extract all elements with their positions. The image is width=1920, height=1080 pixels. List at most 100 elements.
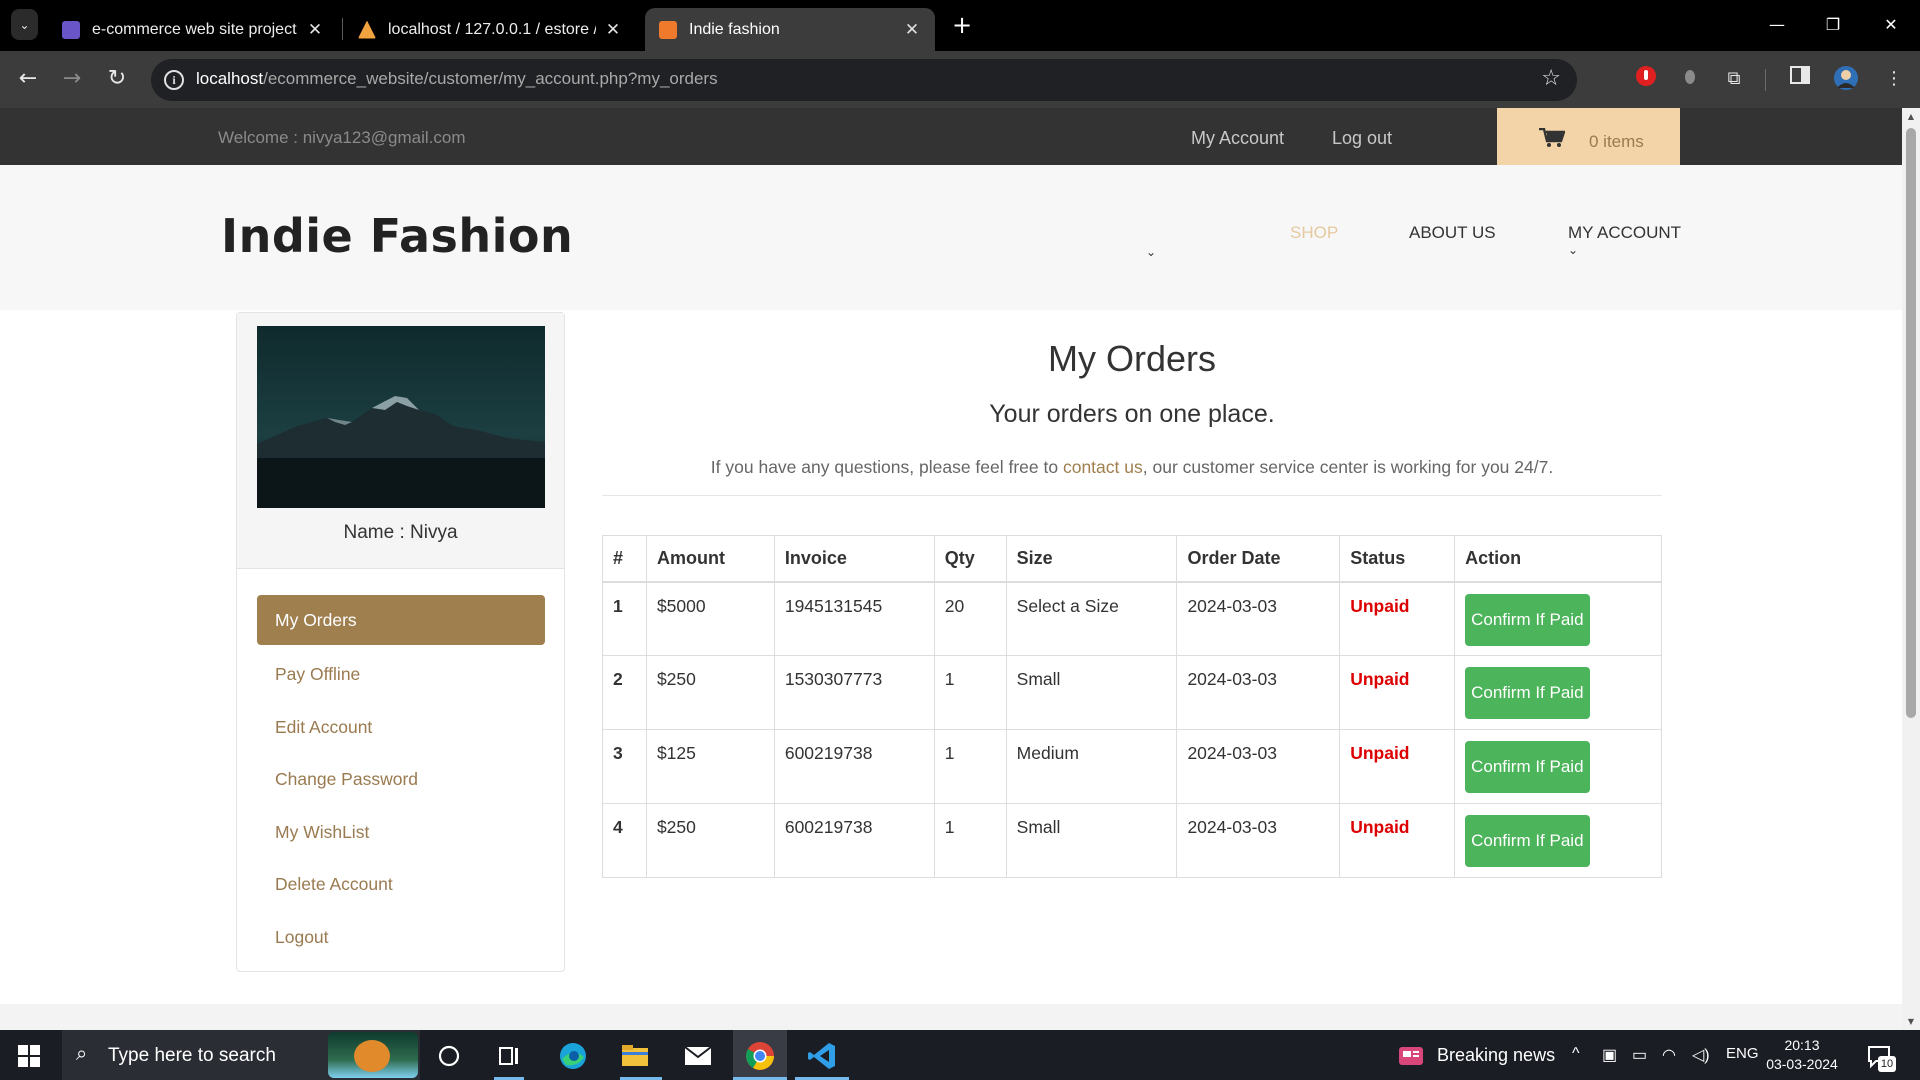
scroll-up-icon[interactable]: ▲ (1902, 112, 1920, 121)
orders-table: # Amount Invoice Qty Size Order Date Sta… (602, 535, 1662, 878)
extension-grey-icon[interactable] (1676, 65, 1704, 93)
logout-link[interactable]: Log out (1332, 128, 1392, 149)
profile-card: Name : Nivya (237, 313, 564, 569)
site-info-icon[interactable]: i (164, 70, 184, 90)
col-header: Status (1339, 535, 1456, 583)
chevron-down-icon[interactable]: ⌄ (1568, 243, 1578, 257)
search-icon: ⌕ (76, 1043, 88, 1065)
taskbar-clock[interactable]: 20:13 03-03-2024 (1762, 1036, 1842, 1074)
battery-icon[interactable]: ▭ (1632, 1045, 1647, 1065)
profile-avatar-icon[interactable] (1832, 65, 1860, 93)
brand-logo[interactable]: Indie Fashion (221, 209, 573, 263)
close-tab-icon[interactable]: ✕ (306, 20, 324, 40)
confirm-paid-button[interactable]: Confirm If Paid (1465, 667, 1590, 719)
vscode-icon[interactable] (805, 1039, 839, 1073)
cell-qty: 1 (933, 803, 1007, 878)
back-icon[interactable]: ← (12, 63, 44, 95)
url-text[interactable]: localhost/ecommerce_website/customer/my_… (196, 69, 718, 89)
cell-size: Medium (1005, 729, 1178, 804)
cell-num: 4 (602, 803, 647, 878)
taskbar-search[interactable]: ⌕ Type here to search (62, 1030, 420, 1080)
minimize-icon[interactable]: — (1762, 10, 1792, 40)
nav-about-us[interactable]: ABOUT US (1409, 223, 1496, 243)
browser-tab-active[interactable]: Indie fashion ✕ (645, 8, 935, 51)
tab-favicon-icon (659, 20, 677, 39)
profile-name: Name : Nivya (343, 522, 458, 543)
cell-num: 1 (602, 581, 647, 656)
forward-icon[interactable]: → (56, 63, 88, 95)
close-tab-icon[interactable]: ✕ (604, 20, 622, 40)
menu-my-wishlist[interactable]: My WishList (257, 806, 545, 859)
scrollbar-thumb[interactable] (1906, 128, 1916, 718)
bookmark-star-icon[interactable]: ☆ (1541, 66, 1561, 91)
status-badge: Unpaid (1350, 669, 1410, 689)
site-header: Indie Fashion ⌄ SHOP ABOUT US MY ACCOUNT… (0, 165, 1902, 310)
menu-my-orders[interactable]: My Orders (257, 595, 545, 645)
confirm-paid-button[interactable]: Confirm If Paid (1465, 593, 1590, 646)
mail-icon[interactable] (681, 1039, 715, 1073)
volume-icon[interactable]: ◁) (1692, 1045, 1710, 1065)
notification-count-badge: 10 (1878, 1056, 1896, 1072)
clock-date: 03-03-2024 (1766, 1056, 1838, 1072)
menu-edit-account[interactable]: Edit Account (257, 701, 545, 754)
browser-menu-icon[interactable]: ⋮ (1880, 65, 1908, 93)
page-scrollbar[interactable]: ▲ ▼ (1902, 108, 1920, 1030)
edge-browser-icon[interactable] (556, 1039, 590, 1073)
contact-us-link[interactable]: contact us (1063, 457, 1143, 477)
cart-button[interactable]: 0 items (1497, 108, 1680, 165)
file-explorer-icon[interactable] (618, 1039, 652, 1073)
nav-shop[interactable]: SHOP (1290, 223, 1338, 243)
col-header: Action (1454, 535, 1662, 583)
cell-qty: 1 (933, 655, 1007, 730)
menu-delete-account[interactable]: Delete Account (257, 858, 545, 911)
meet-now-icon[interactable]: ▣ (1602, 1045, 1617, 1065)
cell-date: 2024-03-03 (1176, 655, 1341, 730)
account-menu: My Orders Pay Offline Edit Account Chang… (257, 595, 545, 963)
scroll-down-icon[interactable]: ▼ (1902, 1017, 1920, 1026)
table-row: 4 $250 600219738 1 Small 2024-03-03 Unpa… (602, 803, 1662, 878)
news-widget-icon[interactable] (1396, 1039, 1426, 1073)
chrome-icon[interactable] (743, 1039, 777, 1073)
reload-icon[interactable]: ↻ (101, 63, 133, 95)
welcome-text: Welcome : nivya123@gmail.com (218, 128, 466, 147)
tray-chevron-icon[interactable]: ^ (1572, 1045, 1580, 1063)
status-badge: Unpaid (1350, 817, 1410, 837)
windows-taskbar: ⌕ Type here to search Breaking news ^ ▣ … (0, 1030, 1920, 1080)
cortana-icon[interactable] (432, 1039, 466, 1073)
tab-title: Indie fashion (689, 20, 780, 38)
page-title: My Orders (1047, 338, 1216, 379)
address-bar[interactable]: i localhost/ecommerce_website/customer/m… (151, 59, 1577, 101)
restore-icon[interactable]: ❐ (1818, 10, 1848, 40)
cell-amount: $5000 (645, 581, 775, 656)
close-tab-icon[interactable]: ✕ (903, 20, 921, 40)
nav-my-account[interactable]: MY ACCOUNT (1568, 223, 1681, 243)
my-account-link[interactable]: My Account (1191, 128, 1284, 149)
col-header: Amount (645, 535, 775, 583)
site-topbar: Welcome : nivya123@gmail.com My Account … (0, 108, 1902, 165)
wifi-icon[interactable]: ◠ (1662, 1045, 1676, 1065)
news-widget-label[interactable]: Breaking news (1437, 1045, 1555, 1066)
new-tab-button[interactable]: + (950, 10, 974, 40)
confirm-paid-button[interactable]: Confirm If Paid (1465, 815, 1590, 867)
extension-red-icon[interactable] (1632, 65, 1660, 93)
tab-search-button[interactable]: ⌄ (11, 9, 38, 40)
status-badge: Unpaid (1350, 743, 1410, 763)
browser-tab-1[interactable]: e-commerce web site project | F ✕ (48, 8, 338, 51)
side-panel-icon[interactable] (1786, 65, 1814, 93)
language-indicator[interactable]: ENG (1726, 1045, 1759, 1062)
task-view-icon[interactable] (492, 1039, 526, 1073)
menu-change-password[interactable]: Change Password (257, 753, 545, 806)
menu-logout[interactable]: Logout (257, 911, 545, 964)
browser-titlebar: ⌄ e-commerce web site project | F ✕ loca… (0, 0, 1920, 51)
profile-image (257, 326, 545, 508)
cell-size: Small (1005, 803, 1178, 878)
confirm-paid-button[interactable]: Confirm If Paid (1465, 741, 1590, 793)
windows-start-icon[interactable] (18, 1045, 40, 1067)
cell-action: Confirm If Paid (1454, 581, 1662, 656)
chevron-down-icon[interactable]: ⌄ (1146, 245, 1156, 259)
close-window-icon[interactable]: ✕ (1876, 10, 1906, 40)
account-sidebar: Name : Nivya My Orders Pay Offline Edit … (236, 312, 565, 972)
extensions-puzzle-icon[interactable]: ⧉ (1720, 65, 1748, 93)
browser-tab-2[interactable]: localhost / 127.0.0.1 / estore / c ✕ (344, 8, 636, 51)
menu-pay-offline[interactable]: Pay Offline (257, 648, 545, 701)
